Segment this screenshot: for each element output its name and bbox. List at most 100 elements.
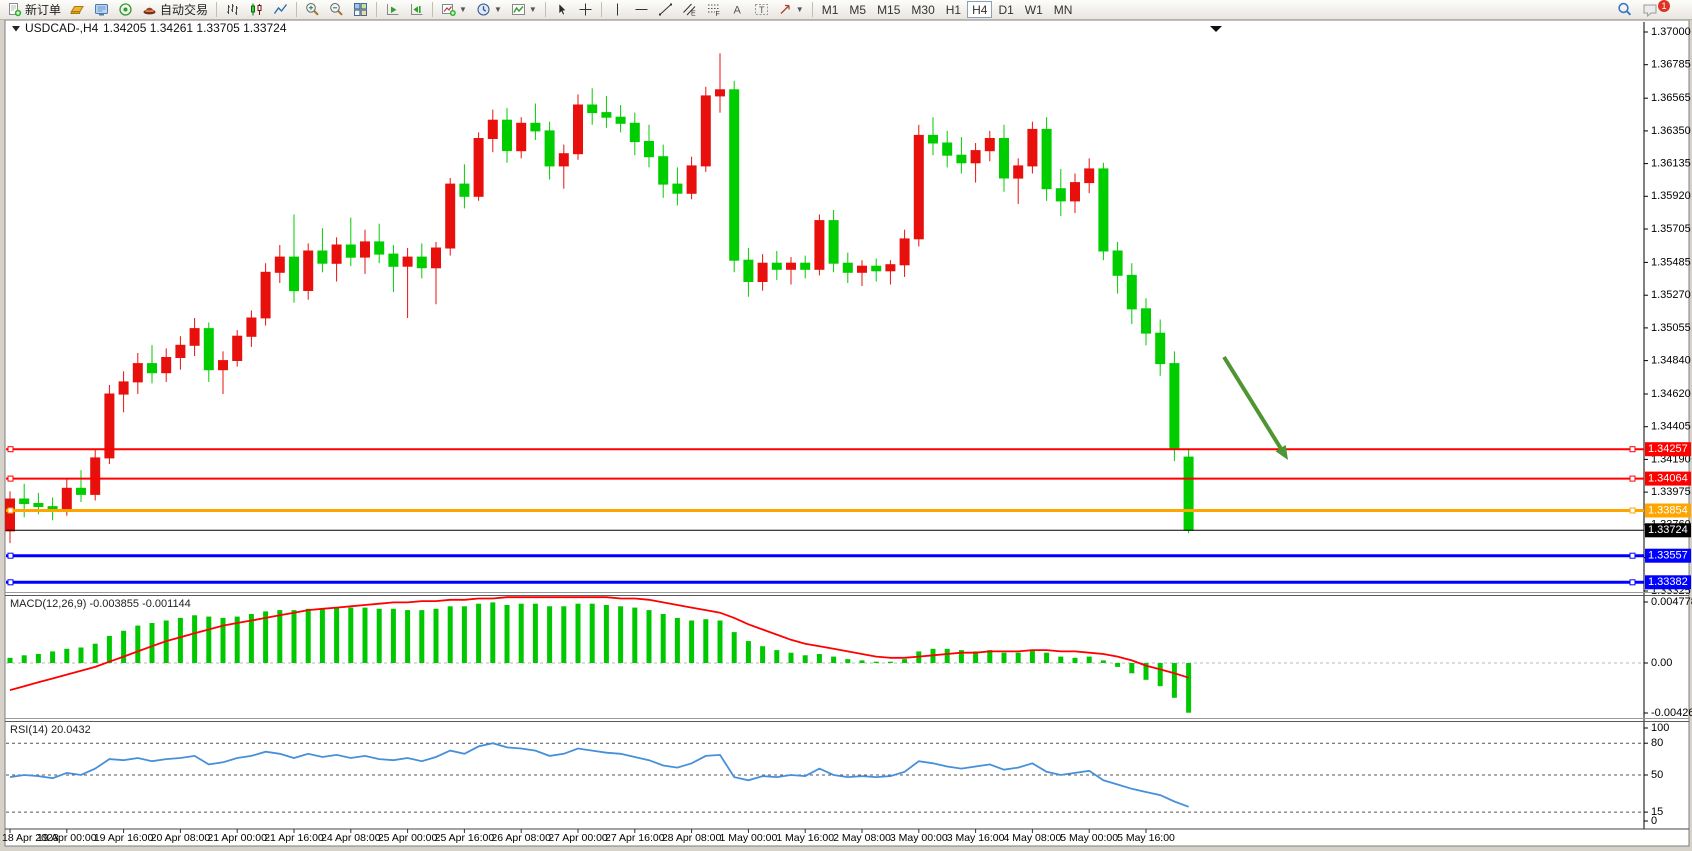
fibonacci-tool-button[interactable]: F bbox=[702, 1, 725, 18]
arrows-tool-button[interactable]: ▼ bbox=[774, 1, 808, 18]
candle bbox=[233, 336, 242, 360]
market-watch-button[interactable] bbox=[66, 1, 89, 18]
cursor-tool-button[interactable] bbox=[550, 1, 573, 18]
candle bbox=[1028, 129, 1037, 166]
candle bbox=[787, 263, 796, 269]
candle bbox=[716, 90, 725, 96]
price-tick-label: 1.35270 bbox=[1651, 289, 1691, 301]
rsi-tick-label: 0 bbox=[1651, 815, 1657, 827]
timeframe-button-d1[interactable]: D1 bbox=[993, 1, 1018, 18]
line-chart-mode-button[interactable] bbox=[269, 1, 292, 18]
candle bbox=[1099, 169, 1108, 251]
candle bbox=[659, 157, 668, 184]
terminal-icon bbox=[94, 2, 109, 17]
svg-text:F: F bbox=[715, 11, 719, 17]
candle bbox=[304, 251, 313, 291]
zoom-out-button[interactable] bbox=[325, 1, 348, 18]
chevron-down-icon: ▼ bbox=[459, 6, 467, 14]
line-anchor[interactable] bbox=[1630, 580, 1635, 585]
candle bbox=[673, 184, 682, 193]
vertical-line-icon bbox=[610, 2, 625, 17]
line-anchor[interactable] bbox=[8, 508, 13, 513]
tile-windows-button[interactable] bbox=[349, 1, 372, 18]
line-anchor[interactable] bbox=[1630, 508, 1635, 513]
time-tick-label: 3 May 16:00 bbox=[947, 832, 1005, 844]
candle bbox=[559, 154, 568, 166]
svg-text:E: E bbox=[691, 11, 696, 18]
equidistant-channel-tool-button[interactable]: E bbox=[678, 1, 701, 18]
horizontal-line-tool-button[interactable] bbox=[630, 1, 653, 18]
price-tick-label: 1.37000 bbox=[1651, 26, 1691, 38]
price-tick-label: 1.34620 bbox=[1651, 388, 1691, 400]
text-label-tool-button[interactable]: T bbox=[750, 1, 773, 18]
new-order-button[interactable]: 新订单 bbox=[3, 1, 65, 18]
auto-scroll-button[interactable] bbox=[381, 1, 404, 18]
candle bbox=[176, 345, 185, 357]
line-anchor[interactable] bbox=[8, 476, 13, 481]
candle bbox=[886, 265, 895, 271]
vertical-line-tool-button[interactable] bbox=[606, 1, 629, 18]
line-anchor[interactable] bbox=[1630, 553, 1635, 558]
toolbar-separator bbox=[296, 2, 297, 17]
time-tick-label: 27 Apr 00:00 bbox=[548, 832, 608, 844]
arrow-shapes-icon bbox=[778, 2, 793, 17]
bar-chart-mode-button[interactable] bbox=[221, 1, 244, 18]
candle bbox=[1085, 169, 1094, 183]
timeframe-button-m1[interactable]: M1 bbox=[817, 1, 844, 18]
timeframe-button-m5[interactable]: M5 bbox=[844, 1, 871, 18]
time-tick-label: 28 Apr 08:00 bbox=[662, 832, 722, 844]
time-tick-label: 25 Apr 00:00 bbox=[378, 832, 438, 844]
candle bbox=[815, 221, 824, 270]
candle bbox=[545, 131, 554, 166]
line-anchor[interactable] bbox=[1630, 476, 1635, 481]
chart-canvas[interactable]: 1.370001.367851.365651.363501.361351.359… bbox=[0, 0, 1692, 851]
timeframe-button-h4[interactable]: H4 bbox=[967, 1, 992, 18]
text-icon: A bbox=[730, 2, 745, 17]
autotrading-icon bbox=[142, 2, 157, 17]
candle bbox=[858, 266, 867, 272]
text-label-icon: T bbox=[754, 2, 769, 17]
time-tick-label: 26 Apr 08:00 bbox=[491, 832, 551, 844]
chart-shift-button[interactable] bbox=[405, 1, 428, 18]
candle bbox=[148, 364, 157, 373]
text-tool-button[interactable]: A bbox=[726, 1, 749, 18]
candle bbox=[616, 117, 625, 123]
candle bbox=[1071, 183, 1080, 201]
crosshair-tool-button[interactable] bbox=[574, 1, 597, 18]
price-tick-label: 1.36135 bbox=[1651, 158, 1691, 170]
timeframe-button-h1[interactable]: H1 bbox=[941, 1, 966, 18]
cursor-icon bbox=[554, 2, 569, 17]
timeframe-button-mn[interactable]: MN bbox=[1049, 1, 1078, 18]
toolbar-separator bbox=[216, 2, 217, 17]
line-anchor[interactable] bbox=[1630, 447, 1635, 452]
terminal-button[interactable] bbox=[90, 1, 113, 18]
gold-bar-icon bbox=[70, 2, 85, 17]
candle bbox=[843, 263, 852, 272]
chat-button[interactable]: 1 bbox=[1638, 1, 1663, 18]
autotrading-button[interactable]: 自动交易 bbox=[138, 1, 212, 18]
line-anchor[interactable] bbox=[8, 580, 13, 585]
indicators-button[interactable]: ▼ bbox=[507, 1, 541, 18]
search-button[interactable] bbox=[1613, 1, 1637, 18]
price-tick-label: 1.34840 bbox=[1651, 355, 1691, 367]
candle bbox=[1014, 166, 1023, 178]
periods-button[interactable]: ▼ bbox=[472, 1, 506, 18]
trendline-tool-button[interactable] bbox=[654, 1, 677, 18]
time-tick-label: 21 Apr 16:00 bbox=[264, 832, 324, 844]
crosshair-icon bbox=[578, 2, 593, 17]
line-anchor[interactable] bbox=[8, 553, 13, 558]
candle bbox=[389, 254, 398, 266]
candle bbox=[1113, 251, 1122, 275]
zoom-in-button[interactable] bbox=[301, 1, 324, 18]
candlestick-mode-button[interactable] bbox=[245, 1, 268, 18]
toolbar-separator bbox=[601, 2, 602, 17]
timeframe-button-m15[interactable]: M15 bbox=[872, 1, 905, 18]
timeframe-button-m30[interactable]: M30 bbox=[906, 1, 939, 18]
candle bbox=[602, 113, 611, 118]
line-anchor[interactable] bbox=[8, 447, 13, 452]
timeframe-button-w1[interactable]: W1 bbox=[1020, 1, 1048, 18]
signals-button[interactable] bbox=[114, 1, 137, 18]
candle bbox=[20, 499, 29, 504]
new-chart-button[interactable]: ▼ bbox=[437, 1, 471, 18]
candle bbox=[77, 488, 86, 494]
